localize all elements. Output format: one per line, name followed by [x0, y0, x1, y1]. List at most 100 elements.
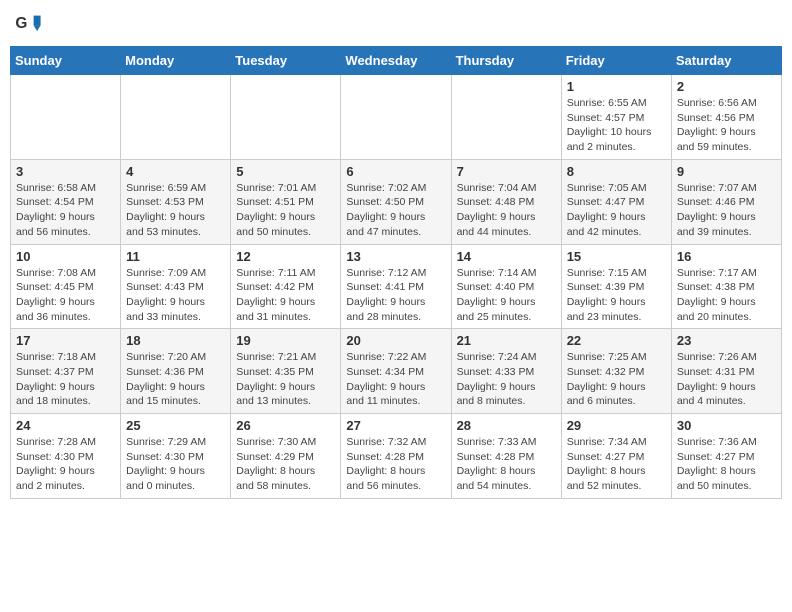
- day-number: 14: [457, 249, 556, 264]
- calendar-cell: [11, 75, 121, 160]
- calendar-cell: 11 Sunrise: 7:09 AM Sunset: 4:43 PM Dayli…: [121, 244, 231, 329]
- day-info: Sunrise: 7:01 AM Sunset: 4:51 PM Dayligh…: [236, 181, 335, 240]
- day-info: Sunrise: 7:28 AM Sunset: 4:30 PM Dayligh…: [16, 435, 115, 494]
- day-info: Sunrise: 7:36 AM Sunset: 4:27 PM Dayligh…: [677, 435, 776, 494]
- day-info: Sunrise: 7:09 AM Sunset: 4:43 PM Dayligh…: [126, 266, 225, 325]
- calendar-cell: 27 Sunrise: 7:32 AM Sunset: 4:28 PM Dayli…: [341, 414, 451, 499]
- day-number: 29: [567, 418, 666, 433]
- day-number: 16: [677, 249, 776, 264]
- calendar-cell: [451, 75, 561, 160]
- day-info: Sunrise: 6:59 AM Sunset: 4:53 PM Dayligh…: [126, 181, 225, 240]
- day-number: 18: [126, 333, 225, 348]
- calendar-cell: 19 Sunrise: 7:21 AM Sunset: 4:35 PM Dayli…: [231, 329, 341, 414]
- day-number: 25: [126, 418, 225, 433]
- day-number: 27: [346, 418, 445, 433]
- day-number: 7: [457, 164, 556, 179]
- day-number: 28: [457, 418, 556, 433]
- logo-icon: G: [14, 10, 42, 38]
- weekday-header-monday: Monday: [121, 47, 231, 75]
- day-info: Sunrise: 7:12 AM Sunset: 4:41 PM Dayligh…: [346, 266, 445, 325]
- calendar-cell: 8 Sunrise: 7:05 AM Sunset: 4:47 PM Daylig…: [561, 159, 671, 244]
- page-header: G: [10, 10, 782, 38]
- calendar-cell: 23 Sunrise: 7:26 AM Sunset: 4:31 PM Dayli…: [671, 329, 781, 414]
- calendar-cell: 29 Sunrise: 7:34 AM Sunset: 4:27 PM Dayli…: [561, 414, 671, 499]
- day-number: 8: [567, 164, 666, 179]
- day-info: Sunrise: 6:55 AM Sunset: 4:57 PM Dayligh…: [567, 96, 666, 155]
- calendar-cell: [121, 75, 231, 160]
- day-number: 3: [16, 164, 115, 179]
- day-info: Sunrise: 7:24 AM Sunset: 4:33 PM Dayligh…: [457, 350, 556, 409]
- calendar-cell: 25Sunrise: 7:29 AM Sunset: 4:30 PM Dayli…: [121, 414, 231, 499]
- day-number: 6: [346, 164, 445, 179]
- calendar-week-row: 3 Sunrise: 6:58 AM Sunset: 4:54 PM Daylig…: [11, 159, 782, 244]
- calendar-cell: 26 Sunrise: 7:30 AM Sunset: 4:29 PM Dayli…: [231, 414, 341, 499]
- day-number: 1: [567, 79, 666, 94]
- day-number: 10: [16, 249, 115, 264]
- weekday-header-saturday: Saturday: [671, 47, 781, 75]
- calendar-cell: 12 Sunrise: 7:11 AM Sunset: 4:42 PM Dayli…: [231, 244, 341, 329]
- day-number: 5: [236, 164, 335, 179]
- calendar-week-row: 24 Sunrise: 7:28 AM Sunset: 4:30 PM Dayli…: [11, 414, 782, 499]
- calendar-cell: 1 Sunrise: 6:55 AM Sunset: 4:57 PM Daylig…: [561, 75, 671, 160]
- calendar-cell: 6 Sunrise: 7:02 AM Sunset: 4:50 PM Daylig…: [341, 159, 451, 244]
- calendar-cell: 4 Sunrise: 6:59 AM Sunset: 4:53 PM Daylig…: [121, 159, 231, 244]
- day-number: 4: [126, 164, 225, 179]
- calendar-week-row: 10 Sunrise: 7:08 AM Sunset: 4:45 PM Dayli…: [11, 244, 782, 329]
- day-info: Sunrise: 7:05 AM Sunset: 4:47 PM Dayligh…: [567, 181, 666, 240]
- day-number: 11: [126, 249, 225, 264]
- day-info: Sunrise: 7:25 AM Sunset: 4:32 PM Dayligh…: [567, 350, 666, 409]
- calendar-cell: 17Sunrise: 7:18 AM Sunset: 4:37 PM Dayli…: [11, 329, 121, 414]
- day-info: Sunrise: 7:17 AM Sunset: 4:38 PM Dayligh…: [677, 266, 776, 325]
- calendar-cell: [341, 75, 451, 160]
- day-info: Sunrise: 7:30 AM Sunset: 4:29 PM Dayligh…: [236, 435, 335, 494]
- weekday-header-wednesday: Wednesday: [341, 47, 451, 75]
- calendar-cell: 3 Sunrise: 6:58 AM Sunset: 4:54 PM Daylig…: [11, 159, 121, 244]
- calendar-cell: 18 Sunrise: 7:20 AM Sunset: 4:36 PM Dayli…: [121, 329, 231, 414]
- calendar-cell: 22 Sunrise: 7:25 AM Sunset: 4:32 PM Dayli…: [561, 329, 671, 414]
- logo: G: [14, 10, 46, 38]
- calendar-week-row: 1 Sunrise: 6:55 AM Sunset: 4:57 PM Daylig…: [11, 75, 782, 160]
- day-info: Sunrise: 7:26 AM Sunset: 4:31 PM Dayligh…: [677, 350, 776, 409]
- calendar-cell: 30 Sunrise: 7:36 AM Sunset: 4:27 PM Dayli…: [671, 414, 781, 499]
- day-number: 26: [236, 418, 335, 433]
- day-number: 20: [346, 333, 445, 348]
- day-info: Sunrise: 7:21 AM Sunset: 4:35 PM Dayligh…: [236, 350, 335, 409]
- day-number: 23: [677, 333, 776, 348]
- day-info: Sunrise: 7:32 AM Sunset: 4:28 PM Dayligh…: [346, 435, 445, 494]
- calendar-cell: 16 Sunrise: 7:17 AM Sunset: 4:38 PM Dayli…: [671, 244, 781, 329]
- day-number: 30: [677, 418, 776, 433]
- day-number: 15: [567, 249, 666, 264]
- calendar-cell: 20 Sunrise: 7:22 AM Sunset: 4:34 PM Dayli…: [341, 329, 451, 414]
- calendar-cell: 10 Sunrise: 7:08 AM Sunset: 4:45 PM Dayli…: [11, 244, 121, 329]
- weekday-header-sunday: Sunday: [11, 47, 121, 75]
- day-info: Sunrise: 7:22 AM Sunset: 4:34 PM Dayligh…: [346, 350, 445, 409]
- calendar-cell: 2Sunrise: 6:56 AM Sunset: 4:56 PM Daylig…: [671, 75, 781, 160]
- day-info: Sunrise: 7:14 AM Sunset: 4:40 PM Dayligh…: [457, 266, 556, 325]
- day-info: Sunrise: 7:08 AM Sunset: 4:45 PM Dayligh…: [16, 266, 115, 325]
- calendar-cell: 5 Sunrise: 7:01 AM Sunset: 4:51 PM Daylig…: [231, 159, 341, 244]
- weekday-header-thursday: Thursday: [451, 47, 561, 75]
- day-info: Sunrise: 7:33 AM Sunset: 4:28 PM Dayligh…: [457, 435, 556, 494]
- calendar-cell: 15Sunrise: 7:15 AM Sunset: 4:39 PM Dayli…: [561, 244, 671, 329]
- day-number: 22: [567, 333, 666, 348]
- day-info: Sunrise: 7:07 AM Sunset: 4:46 PM Dayligh…: [677, 181, 776, 240]
- day-number: 24: [16, 418, 115, 433]
- calendar-cell: 9 Sunrise: 7:07 AM Sunset: 4:46 PM Daylig…: [671, 159, 781, 244]
- day-info: Sunrise: 7:02 AM Sunset: 4:50 PM Dayligh…: [346, 181, 445, 240]
- day-number: 12: [236, 249, 335, 264]
- day-number: 9: [677, 164, 776, 179]
- calendar-cell: 21 Sunrise: 7:24 AM Sunset: 4:33 PM Dayli…: [451, 329, 561, 414]
- day-info: Sunrise: 7:34 AM Sunset: 4:27 PM Dayligh…: [567, 435, 666, 494]
- day-info: Sunrise: 7:20 AM Sunset: 4:36 PM Dayligh…: [126, 350, 225, 409]
- calendar-cell: 7Sunrise: 7:04 AM Sunset: 4:48 PM Daylig…: [451, 159, 561, 244]
- day-number: 21: [457, 333, 556, 348]
- calendar-cell: 24 Sunrise: 7:28 AM Sunset: 4:30 PM Dayli…: [11, 414, 121, 499]
- calendar-cell: 14 Sunrise: 7:14 AM Sunset: 4:40 PM Dayli…: [451, 244, 561, 329]
- day-number: 2: [677, 79, 776, 94]
- svg-text:G: G: [15, 15, 27, 32]
- day-info: Sunrise: 6:58 AM Sunset: 4:54 PM Dayligh…: [16, 181, 115, 240]
- day-info: Sunrise: 7:11 AM Sunset: 4:42 PM Dayligh…: [236, 266, 335, 325]
- day-number: 19: [236, 333, 335, 348]
- weekday-header-friday: Friday: [561, 47, 671, 75]
- day-number: 13: [346, 249, 445, 264]
